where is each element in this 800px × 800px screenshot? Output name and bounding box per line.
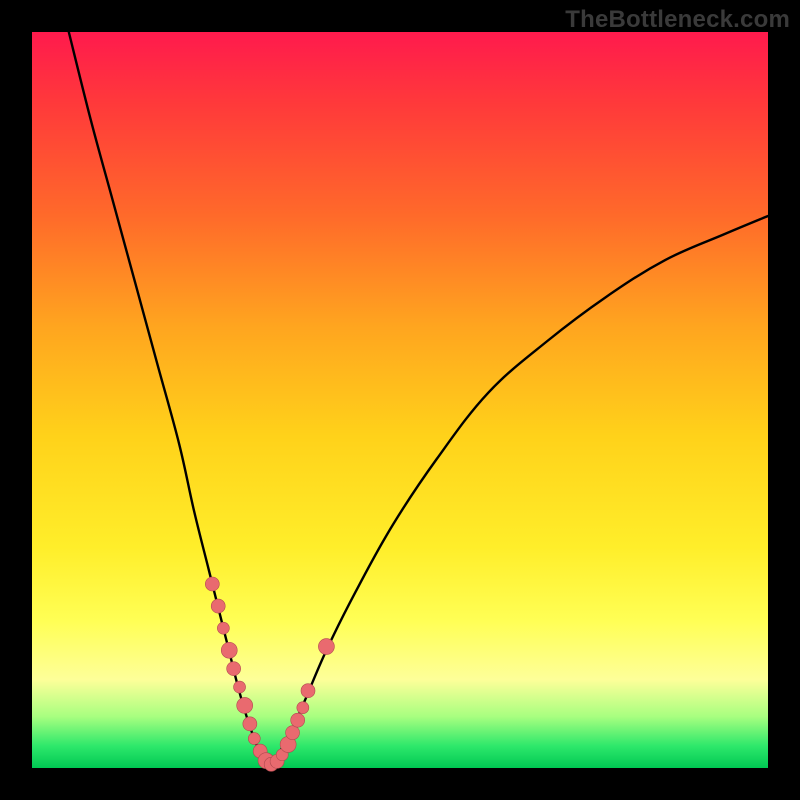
data-marker <box>234 681 246 693</box>
data-marker <box>237 697 253 713</box>
data-marker <box>217 622 229 634</box>
data-marker <box>301 684 315 698</box>
data-marker <box>248 733 260 745</box>
data-marker <box>291 713 305 727</box>
data-marker <box>286 726 300 740</box>
data-marker <box>318 639 334 655</box>
data-marker <box>227 662 241 676</box>
chart-stage: TheBottleneck.com <box>0 0 800 800</box>
data-marker <box>297 702 309 714</box>
chart-svg <box>32 32 768 768</box>
watermark-text: TheBottleneck.com <box>565 6 790 34</box>
curve-right-branch <box>268 216 768 767</box>
data-marker <box>211 599 225 613</box>
data-marker <box>221 642 237 658</box>
data-marker <box>205 577 219 591</box>
data-marker <box>243 717 257 731</box>
curve-left-branch <box>69 32 268 767</box>
curve-group <box>69 32 768 767</box>
